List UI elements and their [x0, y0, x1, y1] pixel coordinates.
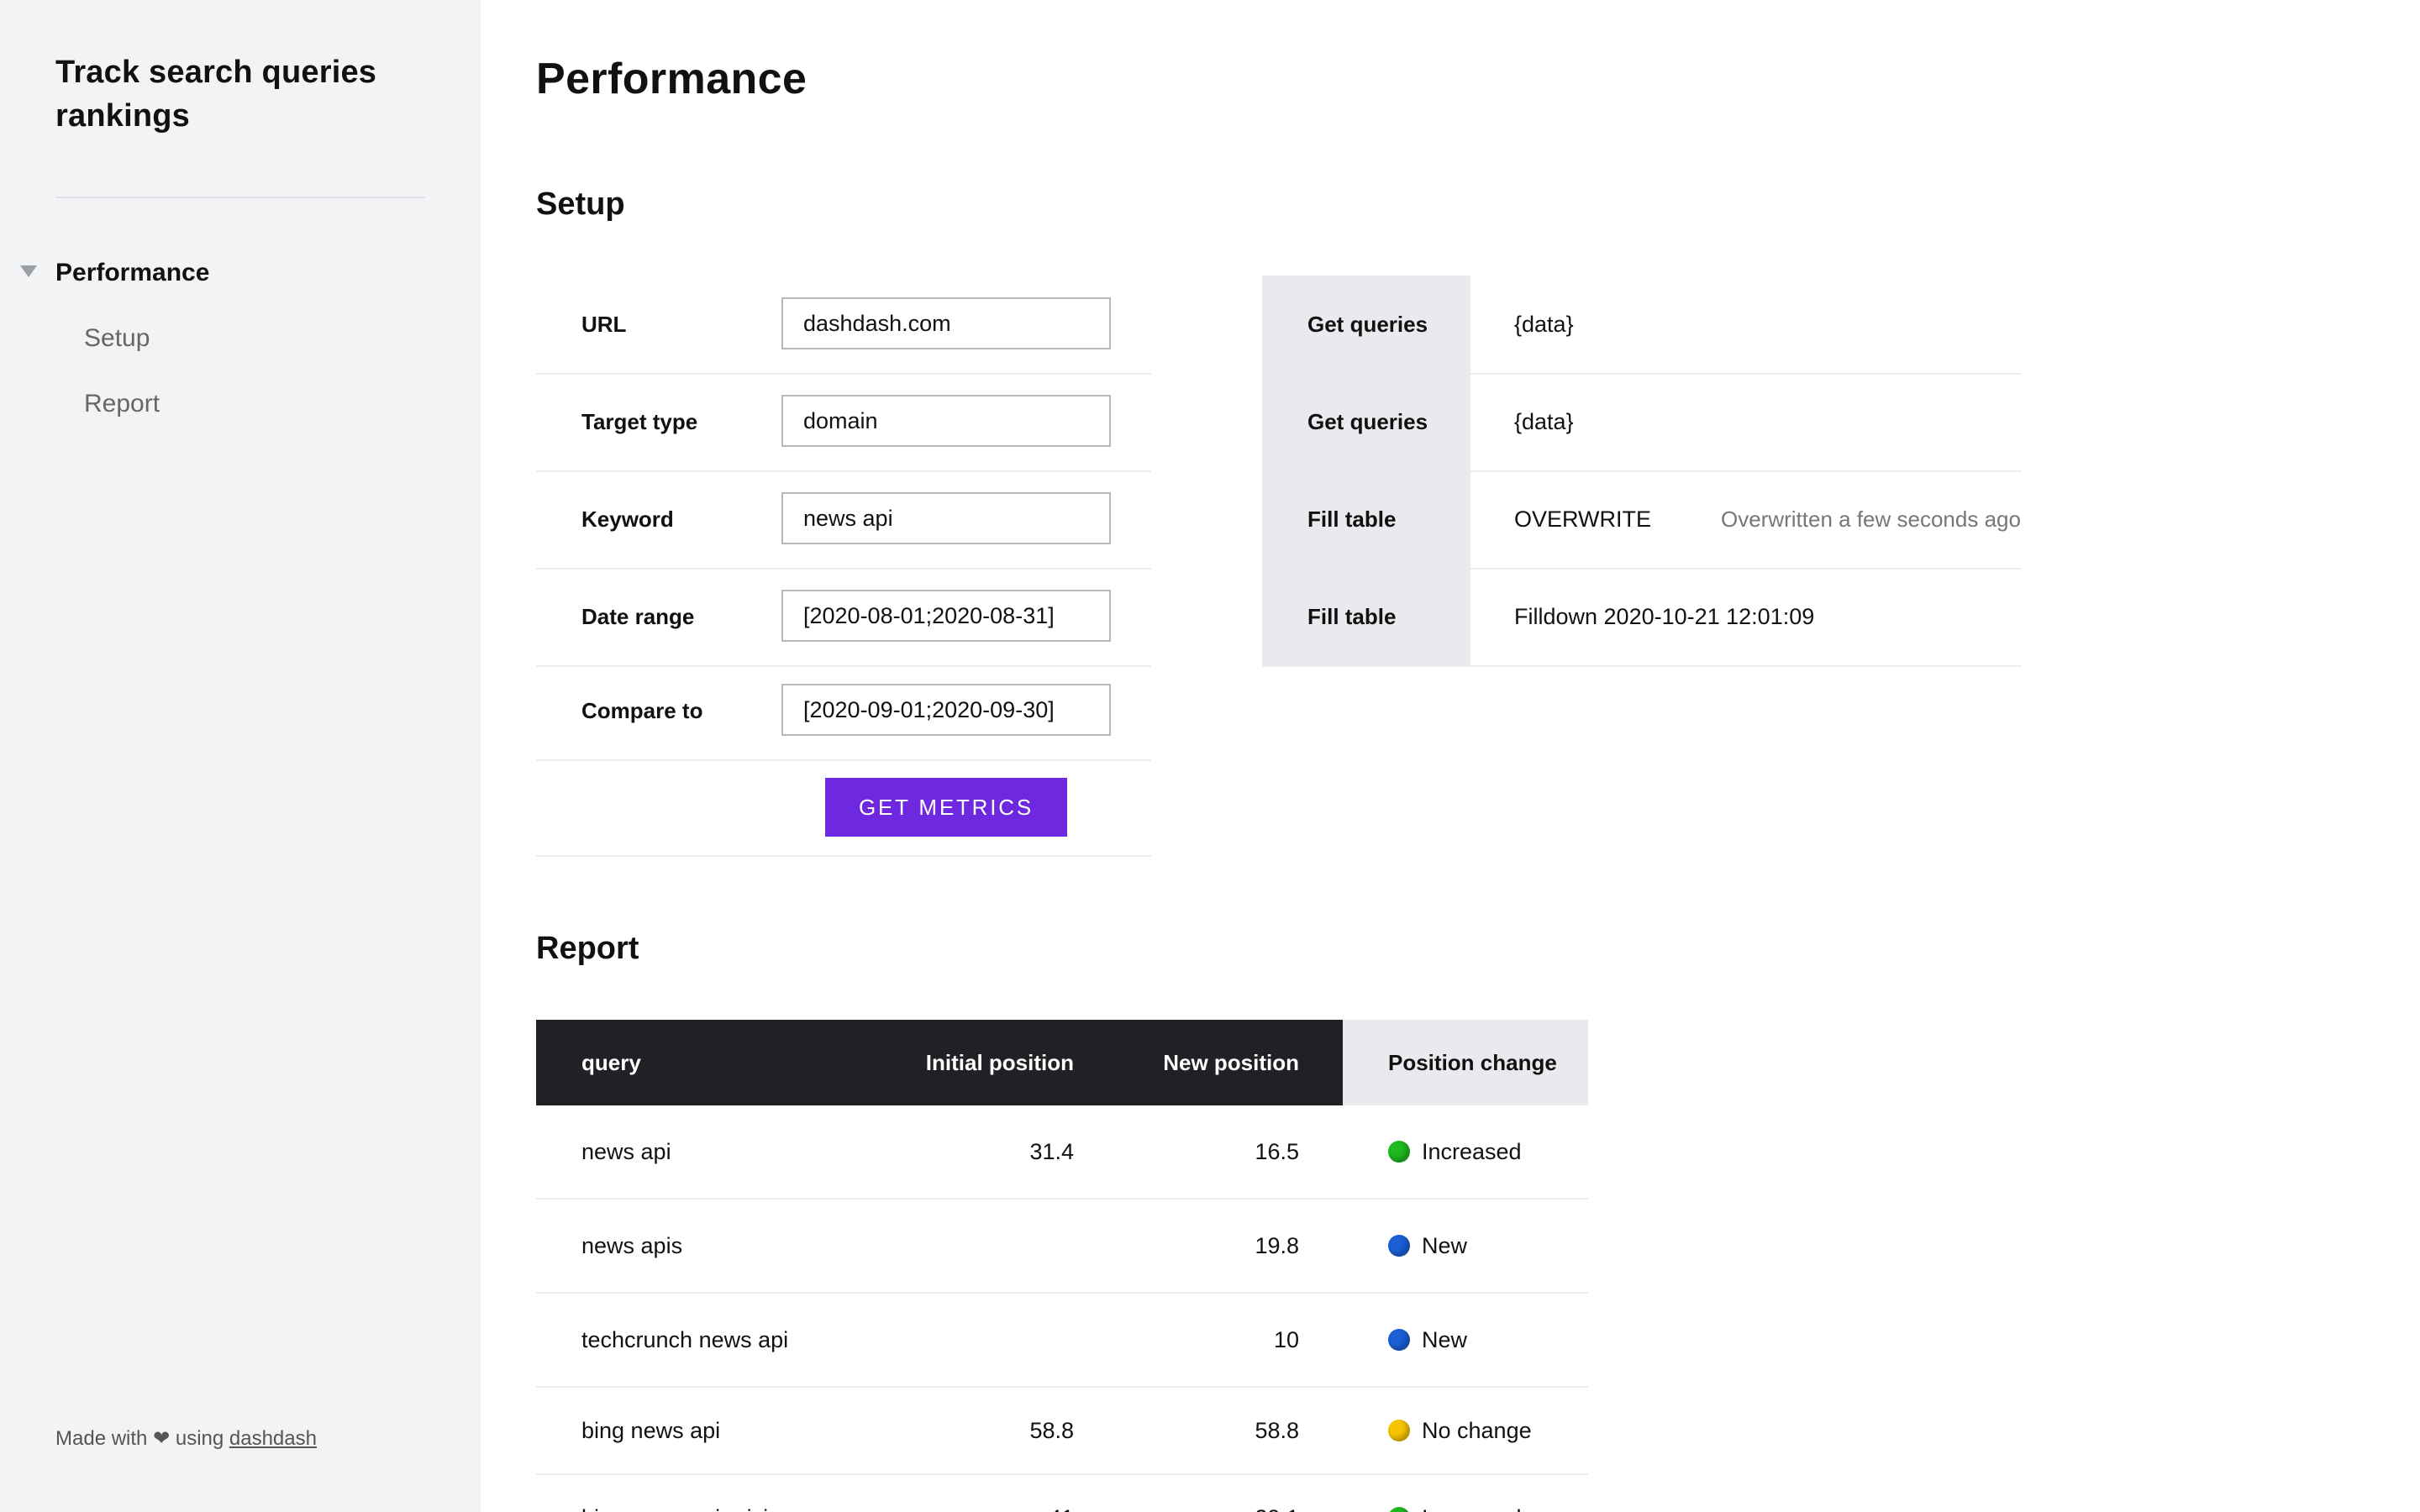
table-row: bing news api pricing 41 39.1 Increased: [536, 1475, 1588, 1512]
action-value: OVERWRITE: [1514, 507, 1652, 532]
nav-section-performance[interactable]: Performance: [55, 259, 209, 287]
page-title: Performance: [536, 55, 808, 103]
column-header-initial-position[interactable]: Initial position: [926, 1020, 1074, 1105]
position-change-cell: Increased: [1388, 1105, 1522, 1198]
sidebar-divider: [55, 197, 425, 198]
column-header-new-position[interactable]: New position: [1163, 1020, 1299, 1105]
form-row-date-range: Date range: [536, 568, 1151, 667]
status-dot-icon: [1388, 1235, 1410, 1257]
column-header-position-change[interactable]: Position change: [1388, 1020, 1557, 1105]
action-status-note: Overwritten a few seconds ago: [1721, 507, 2021, 532]
position-change-cell: New: [1388, 1294, 1467, 1386]
action-row: Fill table Filldown 2020-10-21 12:01:09: [1262, 568, 2022, 667]
field-label: Target type: [581, 409, 698, 434]
sidebar-footer: Made with ❤ using dashdash: [55, 1426, 317, 1451]
form-row-keyword: Keyword: [536, 470, 1151, 570]
form-row-submit: GET METRICS: [536, 758, 1151, 857]
form-row-target-type: Target type: [536, 373, 1151, 472]
field-label: Date range: [581, 604, 695, 629]
position-change-label: New: [1422, 1232, 1468, 1258]
form-row-compare-to: Compare to: [536, 662, 1151, 761]
position-change-label: New: [1422, 1326, 1468, 1352]
app-root: Track search queries rankings Performanc…: [0, 0, 2420, 1512]
get-metrics-button[interactable]: GET METRICS: [825, 778, 1067, 837]
heart-icon: ❤: [153, 1427, 171, 1450]
column-header-query[interactable]: query: [581, 1020, 641, 1105]
action-label[interactable]: Fill table: [1262, 470, 1470, 568]
position-change-cell: No change: [1388, 1388, 1532, 1473]
position-change-label: Increased: [1422, 1505, 1522, 1512]
position-change-cell: New: [1388, 1200, 1467, 1292]
action-value: Filldown 2020-10-21 12:01:09: [1514, 604, 1815, 629]
action-label[interactable]: Get queries: [1262, 276, 1470, 373]
nav-item-report[interactable]: Report: [84, 390, 160, 418]
new-position-cell: 10: [1273, 1326, 1299, 1352]
table-header: query Initial position New position Posi…: [536, 1020, 1588, 1105]
compare-to-input[interactable]: [781, 684, 1111, 736]
main-content: Performance Setup URL Target type Keywor…: [481, 0, 2420, 1512]
field-label: URL: [581, 312, 627, 337]
field-label: Keyword: [581, 507, 674, 532]
position-change-label: No change: [1422, 1417, 1532, 1443]
form-row-url: URL: [536, 276, 1151, 375]
report-heading: Report: [536, 931, 639, 966]
report-table: query Initial position New position Posi…: [536, 1020, 1588, 1512]
new-position-cell: 58.8: [1255, 1417, 1299, 1443]
action-row: Get queries {data}: [1262, 276, 2022, 375]
nav-item-setup[interactable]: Setup: [84, 324, 150, 353]
position-change-label: Increased: [1422, 1138, 1522, 1164]
new-position-cell: 39.1: [536, 1475, 1299, 1512]
position-change-cell: Increased: [1388, 1475, 1522, 1512]
status-dot-icon: [1388, 1420, 1410, 1441]
status-dot-icon: [1388, 1141, 1410, 1163]
sidebar: Track search queries rankings Performanc…: [0, 0, 481, 1512]
url-input[interactable]: [781, 297, 1111, 349]
action-value: {data}: [1514, 312, 1574, 337]
table-row: news apis 19.8 New: [536, 1200, 1588, 1294]
table-row: bing news api 58.8 58.8 No change: [536, 1388, 1588, 1475]
keyword-input[interactable]: [781, 492, 1111, 544]
status-dot-icon: [1388, 1329, 1410, 1351]
new-position-cell: 19.8: [1255, 1232, 1299, 1258]
action-label[interactable]: Get queries: [1262, 373, 1470, 470]
new-position-cell: 16.5: [1255, 1138, 1299, 1164]
action-label[interactable]: Fill table: [1262, 568, 1470, 665]
target-type-input[interactable]: [781, 395, 1111, 447]
setup-heading: Setup: [536, 186, 625, 222]
action-row: Fill table OVERWRITE Overwritten a few s…: [1262, 470, 2022, 570]
status-dot-icon: [1388, 1507, 1410, 1512]
field-label: Compare to: [581, 698, 703, 723]
app-title: Track search queries rankings: [55, 55, 377, 134]
date-range-input[interactable]: [781, 590, 1111, 642]
footer-made-with: Made with: [55, 1427, 148, 1450]
table-row: techcrunch news api 10 New: [536, 1294, 1588, 1388]
table-row: news api 31.4 16.5 Increased: [536, 1105, 1588, 1200]
caret-down-icon[interactable]: [20, 265, 37, 277]
action-value: {data}: [1514, 409, 1574, 434]
footer-dashdash-link[interactable]: dashdash: [229, 1427, 317, 1450]
action-row: Get queries {data}: [1262, 373, 2022, 472]
footer-using: using: [175, 1427, 224, 1450]
